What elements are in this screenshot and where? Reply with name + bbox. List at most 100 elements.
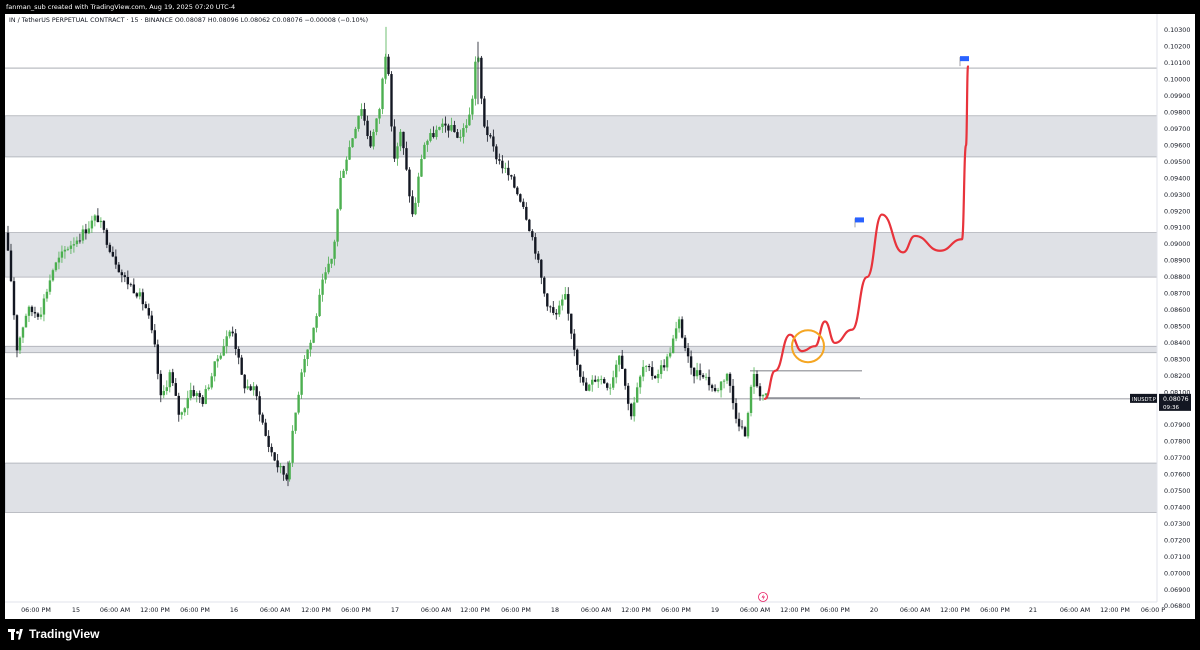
candle-body [495,146,498,160]
price-tick-label: 0.07500 [1164,487,1190,495]
candle-body [207,387,210,390]
candle-body [668,353,672,357]
candle-body [171,372,174,384]
candle-body [138,292,142,297]
price-tick-label: 0.07900 [1164,421,1190,429]
candle-body [198,393,201,398]
candle-body [123,275,127,278]
candle-body [102,220,106,230]
price-tick-label: 0.09300 [1164,191,1190,199]
price-tick-label: 0.09800 [1164,109,1190,117]
price-tick-label: 0.08500 [1164,322,1190,330]
price-chart[interactable]: 0.10300 0.10200 0.10100 0.10000 0.09900 0.098… [5,14,1195,619]
candle-body [647,366,651,368]
candle-body [695,370,699,377]
price-tick-label: 0.08200 [1164,372,1190,380]
candle-body [99,220,103,223]
candle-body [665,356,669,368]
candle-body [564,294,567,300]
candle-body [177,395,180,415]
price-tick-label: 0.07800 [1164,438,1190,446]
candle-body [396,146,399,159]
time-tick-label: 06:00 AM [421,606,451,614]
candle-body [309,342,312,350]
price-tick-label: 0.06800 [1164,602,1190,610]
candle-body [345,159,348,171]
time-tick-label: 06:00 P [1141,606,1165,614]
candle-body [270,446,273,453]
price-tick-label: 0.07300 [1164,520,1190,528]
candle-body [306,349,309,360]
candle-body [674,328,678,339]
candle-body [414,202,417,215]
candle-body [159,373,162,396]
candle-body [686,348,690,357]
candle-body [612,377,615,388]
candle-body [21,327,25,338]
candle-body [683,337,687,349]
candle-body [360,109,363,116]
candle-body [264,422,267,436]
price-tick-label: 0.09400 [1164,174,1190,182]
candle-body [261,414,264,423]
candle-body [558,305,561,315]
candle-body [36,313,40,317]
time-tick-label: 21 [1029,606,1037,614]
candle-body [333,241,336,259]
candle-body [234,333,237,349]
candle-body [480,57,483,99]
candle-body [617,355,621,365]
candle-body [240,357,243,375]
flag-banner [960,56,969,62]
candle-body [537,253,540,260]
candle-body [114,256,118,265]
time-tick-label: 12:00 PM [140,606,170,614]
candle-body [707,376,711,386]
candle-body [653,375,657,379]
lightning-icon [758,592,768,602]
candle-body [585,382,588,391]
candle-body [516,187,519,195]
candle-body [734,403,738,419]
price-tick-label: 0.08600 [1164,306,1190,314]
price-tick-label: 0.07700 [1164,454,1190,462]
candle-body [249,386,252,391]
candle-body [24,315,28,328]
candle-body [60,251,64,258]
time-tick-label: 17 [391,606,399,614]
candle-body [72,244,76,246]
candle-body [459,136,462,138]
candle-body [54,262,58,271]
candle-body [15,315,19,351]
candle-body [330,258,333,264]
candle-body [755,374,759,387]
price-tick-label: 0.09000 [1164,240,1190,248]
candle-body [90,220,94,229]
candle-body [546,293,549,307]
candle-body [411,196,414,215]
candle-body [126,277,130,285]
support-resistance-zone [5,232,1158,278]
candle-body [510,175,513,177]
candle-body [402,131,405,149]
tradingview-logo[interactable]: TradingView [8,627,99,641]
candle-body [626,385,630,404]
candle-body [740,426,744,428]
candle-body [186,397,189,409]
candle-body [303,359,306,373]
candle-body [614,364,618,378]
support-resistance-zone [5,345,1158,354]
candle-body [18,337,22,351]
candle-body [435,129,438,138]
attribution-bar: fanman_sub created with TradingView.com,… [6,3,236,11]
price-tick-label: 0.09900 [1164,92,1190,100]
candle-body [141,292,145,305]
candle-body [336,209,339,242]
candle-body [153,330,157,345]
candle-body [737,418,741,427]
candle-body [573,333,576,350]
chart-panel[interactable]: 0.10300 0.10200 0.10100 0.10000 0.09900 0.098… [5,14,1195,619]
price-tick-label: 0.10000 [1164,76,1190,84]
time-tick-label: 06:00 PM [661,606,691,614]
candle-body [474,61,477,99]
